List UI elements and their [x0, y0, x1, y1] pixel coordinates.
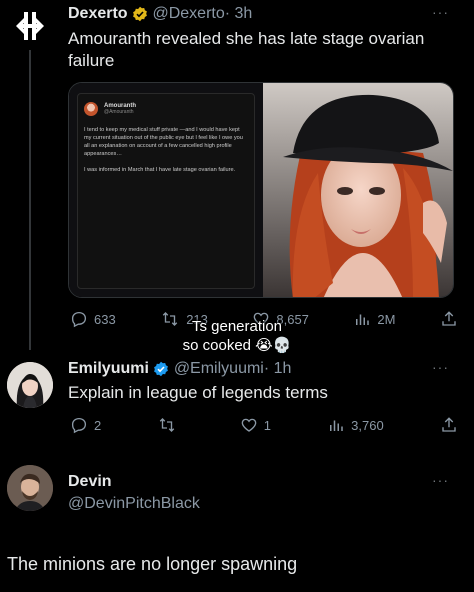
emilyuumi-avatar[interactable]: [7, 362, 53, 408]
reply-text: The minions are no longer spawning: [7, 554, 298, 574]
tweet1-media[interactable]: Amouranth @Amouranth I tend to keep my m…: [68, 82, 454, 298]
tweet2-actions: 2 1 3,760: [70, 416, 458, 434]
share-button[interactable]: [440, 416, 458, 434]
devin-avatar[interactable]: [7, 465, 53, 511]
like-count: 1: [263, 417, 271, 433]
reply-button[interactable]: 2: [70, 416, 101, 434]
more-dots-icon[interactable]: ···: [432, 472, 449, 488]
retweet-icon: [160, 418, 175, 432]
tweet2-header: Emilyuumi @Emilyuumi· 1h: [68, 359, 291, 379]
overlay-caption-line1: Ts generation: [191, 318, 283, 335]
tweet1-handle[interactable]: @Dexerto: [152, 5, 224, 22]
tweet3-author[interactable]: Devin: [68, 472, 112, 492]
tweet1-text: Amouranth revealed she has late stage ov…: [68, 29, 425, 70]
thread-line: [29, 50, 31, 350]
tweet2-time: · 1h: [263, 360, 292, 377]
views-button[interactable]: 3,760: [327, 416, 384, 434]
dexerto-avatar[interactable]: [10, 6, 50, 46]
emilyuumi-avatar-image: [7, 362, 53, 408]
portrait-illustration: [263, 83, 453, 297]
embedded-handle: @Amouranth: [104, 109, 134, 115]
devin-avatar-image: [7, 465, 53, 511]
dexerto-logo: [16, 12, 44, 40]
verified-badge-icon: [154, 361, 169, 376]
more-dots-icon[interactable]: ···: [432, 359, 449, 375]
tweet1-header: Dexerto @Dexerto· 3h: [68, 4, 252, 24]
screenshot-image: Amouranth @Amouranth I tend to keep my m…: [69, 83, 263, 297]
reply-count: 2: [94, 417, 102, 433]
tweet2-text: Explain in league of legends terms: [68, 383, 328, 402]
embedded-para2: I was informed in March that I have late…: [84, 167, 236, 173]
like-button[interactable]: 1: [240, 416, 271, 434]
reply-icon: [71, 417, 87, 434]
verified-badge-icon: [133, 6, 147, 21]
share-icon: [442, 417, 456, 432]
tweet3-handle[interactable]: @DevinPitchBlack: [68, 494, 200, 514]
tweet1-time: · 3h: [224, 5, 253, 22]
portrait-photo: [263, 83, 453, 297]
tweet2-author[interactable]: Emilyuumi: [68, 360, 149, 377]
embedded-para1: I tend to keep my medical stuff private …: [84, 127, 243, 157]
views-count: 3,760: [351, 417, 384, 433]
tweet2-handle[interactable]: @Emilyuumi: [174, 360, 264, 377]
tweet1-author[interactable]: Dexerto: [68, 5, 128, 22]
embedded-avatar: [84, 102, 98, 116]
more-dots-icon[interactable]: ···: [432, 4, 449, 20]
overlay-caption-line2: so cooked 😭💀: [182, 337, 292, 354]
embedded-post-screenshot: Amouranth @Amouranth I tend to keep my m…: [77, 93, 255, 289]
heart-icon: [241, 418, 257, 432]
retweet-button[interactable]: [157, 416, 183, 434]
views-icon: [330, 420, 343, 431]
